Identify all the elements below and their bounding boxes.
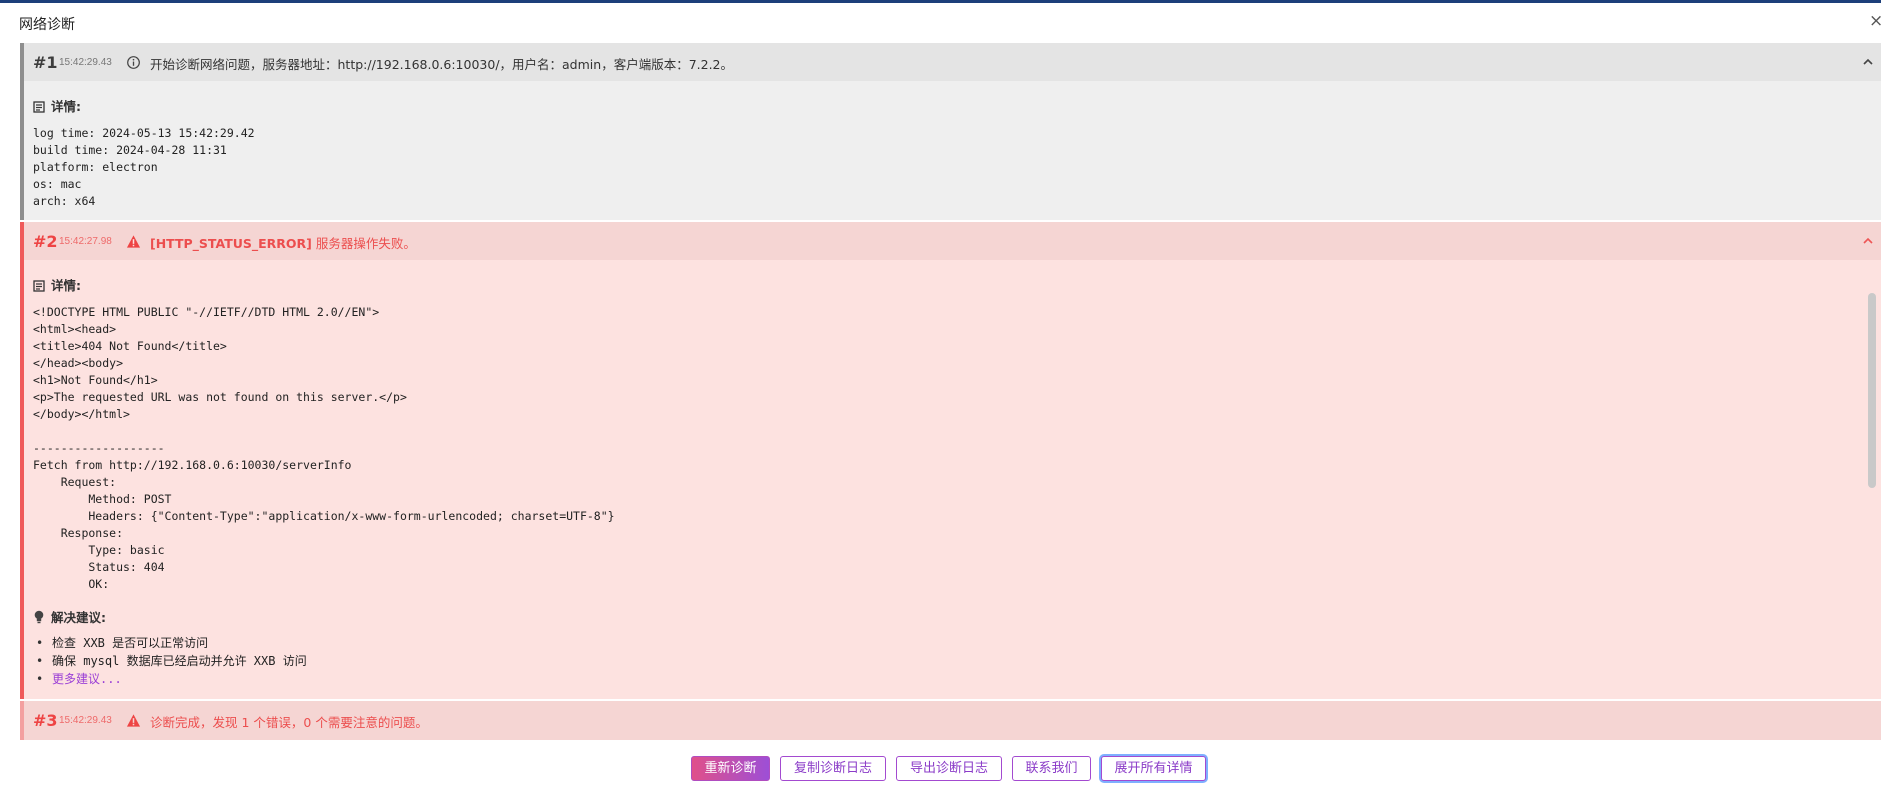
log-detail: <!DOCTYPE HTML PUBLIC "-//IETF//DTD HTML… — [33, 305, 615, 591]
tips-label-text: 解决建议: — [51, 610, 106, 625]
contact-us-button[interactable]: 联系我们 — [1012, 756, 1091, 781]
log-entry-header[interactable]: #3 15:42:29.43 诊断完成，发现 1 个错误，0 个需要注意的问题。 — [24, 701, 1881, 739]
expand-all-details-button[interactable]: 展开所有详情 — [1101, 756, 1206, 781]
detail-icon — [33, 101, 45, 113]
more-tips-link[interactable]: 更多建议... — [33, 670, 307, 688]
export-log-button[interactable]: 导出诊断日志 — [896, 756, 1002, 781]
tips-list: 检查 XXB 是否可以正常访问 确保 mysql 数据库已经启动并允许 XXB … — [33, 634, 307, 688]
log-number: #2 — [33, 232, 58, 251]
chevron-up-icon[interactable] — [1861, 234, 1875, 248]
chevron-up-icon[interactable] — [1861, 55, 1875, 69]
scrollbar-thumb[interactable] — [1868, 293, 1876, 488]
log-detail: log time: 2024-05-13 15:42:29.42 build t… — [33, 126, 255, 208]
detail-label: 详情: — [33, 96, 81, 115]
log-timestamp: 15:42:27.98 — [59, 236, 112, 247]
copy-log-button[interactable]: 复制诊断日志 — [780, 756, 886, 781]
detail-label-text: 详情: — [51, 278, 81, 293]
dialog-title: 网络诊断 — [19, 17, 75, 33]
log-message: 开始诊断网络问题，服务器地址：http://192.168.0.6:10030/… — [150, 57, 733, 72]
log-entry-header[interactable]: #2 15:42:27.98 [HTTP_STATUS_ERROR] 服务器操作… — [24, 222, 1881, 260]
log-entry-2: #2 15:42:27.98 [HTTP_STATUS_ERROR] 服务器操作… — [20, 222, 1881, 699]
lightbulb-icon — [34, 610, 44, 624]
tip-item: 检查 XXB 是否可以正常访问 — [33, 634, 307, 652]
warning-icon — [126, 714, 141, 727]
close-icon[interactable]: × — [1869, 12, 1881, 30]
log-message: [HTTP_STATUS_ERROR] 服务器操作失败。 — [150, 233, 416, 252]
detail-icon — [33, 280, 45, 292]
log-number: #1 — [33, 53, 58, 72]
dialog-header: 网络诊断 × — [0, 3, 1881, 41]
error-code: [HTTP_STATUS_ERROR] — [150, 236, 312, 251]
tip-item: 确保 mysql 数据库已经启动并允许 XXB 访问 — [33, 652, 307, 670]
log-entry-header[interactable]: #1 15:42:29.43 开始诊断网络问题，服务器地址：http://192… — [24, 43, 1881, 81]
log-timestamp: 15:42:29.43 — [59, 57, 112, 68]
tips-label: 解决建议: — [33, 607, 106, 626]
log-message-text: 服务器操作失败。 — [311, 236, 416, 251]
detail-label: 详情: — [33, 275, 81, 294]
warning-icon — [126, 235, 141, 248]
rediagnose-button[interactable]: 重新诊断 — [691, 756, 770, 781]
info-icon — [127, 56, 140, 69]
log-number: #3 — [33, 711, 58, 730]
detail-label-text: 详情: — [51, 99, 81, 114]
log-entry-3: #3 15:42:29.43 诊断完成，发现 1 个错误，0 个需要注意的问题。 — [20, 701, 1881, 740]
log-entry-1: #1 15:42:29.43 开始诊断网络问题，服务器地址：http://192… — [20, 43, 1881, 220]
log-message: 诊断完成，发现 1 个错误，0 个需要注意的问题。 — [150, 715, 428, 730]
log-timestamp: 15:42:29.43 — [59, 715, 112, 726]
